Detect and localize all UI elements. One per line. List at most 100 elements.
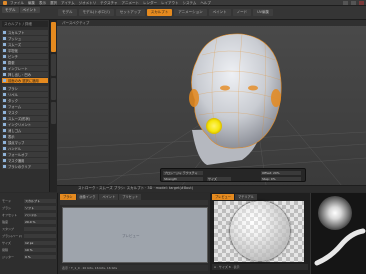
property-value[interactable]: 10 % bbox=[24, 247, 56, 252]
tab-sculpt[interactable]: スカルプト bbox=[146, 9, 173, 16]
tool-button[interactable]: 頂点マップ bbox=[2, 140, 48, 145]
viewport-scene bbox=[57, 33, 366, 192]
layout-tab-paint[interactable]: ペイント bbox=[19, 7, 40, 13]
tool-label: 表示 bbox=[8, 135, 15, 139]
menu-geometry[interactable]: ジオメトリ bbox=[79, 1, 97, 6]
brush-preview-label: プレビュー bbox=[122, 234, 140, 238]
tool-label: インクリメント bbox=[8, 123, 32, 127]
tool-button[interactable]: プッシュ bbox=[2, 36, 48, 41]
property-value[interactable] bbox=[24, 233, 56, 238]
tool-button[interactable]: 押し出し・凹み bbox=[2, 72, 48, 77]
tab-topology[interactable]: モデル(トポロジ) bbox=[78, 9, 114, 16]
layout-tabs: モデル ペイント bbox=[2, 7, 40, 14]
tool-button[interactable]: リペル bbox=[2, 92, 48, 97]
tool-icon bbox=[3, 37, 6, 40]
menu-help[interactable]: ヘルプ bbox=[200, 1, 211, 6]
property-label: サイズ bbox=[2, 240, 11, 245]
property-row: 間隔 10 % bbox=[2, 247, 56, 252]
tool-icon bbox=[3, 123, 6, 126]
menu-animate[interactable]: アニメート bbox=[122, 1, 139, 6]
tab-nodes[interactable]: ノード bbox=[232, 9, 252, 16]
tool-icon bbox=[3, 111, 6, 114]
tool-button[interactable]: 膨張 bbox=[2, 60, 48, 65]
property-value[interactable]: 20.0 % bbox=[24, 219, 56, 224]
tool-button[interactable]: マスク bbox=[2, 110, 48, 115]
tool-icon bbox=[3, 73, 6, 76]
tool-button[interactable]: ピンチ bbox=[2, 54, 48, 59]
property-value[interactable]: 12 px bbox=[24, 240, 56, 245]
tab-uv[interactable]: UV編集 bbox=[253, 9, 274, 16]
tool-icon bbox=[3, 153, 6, 156]
tool-button[interactable]: 表示 bbox=[2, 134, 48, 139]
falloff-panel: プロシージャ テクスチャ Offset: 20% Strength Step: … bbox=[160, 168, 306, 182]
tool-button[interactable]: フォールオフ bbox=[2, 152, 48, 157]
size-field[interactable]: サイズ bbox=[207, 177, 231, 181]
vtab-sculpt[interactable] bbox=[51, 22, 56, 52]
property-label: オフセット bbox=[2, 212, 18, 217]
tool-button[interactable]: フォーム bbox=[2, 104, 48, 109]
menu-texture[interactable]: テクスチャ bbox=[100, 1, 117, 6]
tab-animation[interactable]: アニメーション bbox=[174, 9, 207, 16]
property-value[interactable] bbox=[24, 226, 56, 231]
tool-button[interactable]: ブラシのクリア bbox=[2, 164, 48, 169]
property-value[interactable]: ソフト bbox=[24, 205, 56, 210]
tool-button[interactable]: スムーズ bbox=[2, 42, 48, 47]
tool-button[interactable]: タック bbox=[2, 98, 48, 103]
tool-button[interactable]: ハンドル bbox=[2, 146, 48, 151]
tool-icon bbox=[3, 55, 6, 58]
vtab-utilities[interactable] bbox=[51, 102, 56, 124]
menu-item[interactable]: アイテム bbox=[61, 1, 75, 6]
vtab-paint[interactable] bbox=[51, 54, 56, 76]
tool-button[interactable]: マスク適用 bbox=[2, 158, 48, 163]
tool-label: フォールオフ bbox=[8, 153, 28, 157]
strength-field[interactable]: Strength bbox=[163, 177, 203, 181]
material-tabs: プレビュー マテリアル bbox=[212, 194, 257, 200]
property-value[interactable]: スカルプト bbox=[24, 198, 56, 203]
tab-paint[interactable]: ペイント bbox=[208, 9, 231, 16]
tool-button[interactable]: スムーズ(形状) bbox=[2, 116, 48, 121]
tool-label: 頂点マップ bbox=[8, 141, 25, 145]
tool-label: ブラシのクリア bbox=[8, 165, 32, 169]
close-icon[interactable] bbox=[359, 1, 364, 5]
menu-layout[interactable]: レイアウト bbox=[161, 1, 179, 6]
tool-button[interactable]: スカルプト bbox=[2, 30, 48, 35]
property-value[interactable]: 0 % bbox=[24, 254, 56, 259]
app-icon bbox=[3, 1, 7, 5]
menu-system[interactable]: システム bbox=[182, 1, 196, 6]
property-row: ジッター 0 % bbox=[2, 254, 56, 259]
tool-button[interactable]: 平坦化 bbox=[2, 48, 48, 53]
tool-button[interactable]: 前面のみ 選択に適用 bbox=[2, 78, 48, 83]
vtab-deform[interactable] bbox=[51, 78, 56, 100]
tool-button[interactable]: ブラシ bbox=[2, 86, 48, 91]
tool-button[interactable]: 消しゴム bbox=[2, 128, 48, 133]
tool-icon bbox=[3, 147, 6, 150]
material-footer: A · サイズ 8 · 表示 bbox=[212, 264, 308, 270]
step-field[interactable]: Step: 0% bbox=[261, 177, 301, 181]
vertical-tab-strip bbox=[50, 20, 57, 192]
tab-setup[interactable]: セットアップ bbox=[115, 9, 145, 16]
property-value[interactable]: ハンドル bbox=[24, 212, 56, 217]
offset-field[interactable]: Offset: 20% bbox=[261, 171, 301, 175]
menu-file[interactable]: ファイル bbox=[10, 1, 24, 6]
tool-icon bbox=[3, 141, 6, 144]
status-text: ストローク・スムーズ ブラシ: スカルプト · 3D · model: targ… bbox=[78, 186, 194, 190]
tool-button[interactable]: インクリメント bbox=[2, 122, 48, 127]
layout-tab-model[interactable]: モデル bbox=[2, 7, 19, 13]
maximize-icon[interactable] bbox=[351, 1, 356, 5]
falloff-type[interactable]: プロシージャ テクスチャ bbox=[163, 171, 203, 175]
tab-model[interactable]: モデル bbox=[58, 9, 77, 16]
menu-render[interactable]: レンダー bbox=[143, 1, 157, 6]
menu-view[interactable]: 表示 bbox=[39, 1, 46, 6]
property-row: モード スカルプト bbox=[2, 198, 56, 203]
menu-edit[interactable]: 編集 bbox=[28, 1, 35, 6]
tool-button[interactable]: インフレート bbox=[2, 66, 48, 71]
tool-icon bbox=[3, 43, 6, 46]
tab-preview[interactable]: プレビュー bbox=[212, 194, 234, 200]
tool-label: 膨張 bbox=[8, 61, 15, 65]
mode-tabs: モデル モデル(トポロジ) セットアップ スカルプト アニメーション ペイント … bbox=[58, 8, 274, 17]
3d-viewport[interactable] bbox=[57, 20, 366, 192]
menu-select[interactable]: 選択 bbox=[50, 1, 57, 6]
tab-material[interactable]: マテリアル bbox=[234, 194, 257, 200]
viewport-label[interactable]: パースペクティブ bbox=[62, 21, 89, 26]
minimize-icon[interactable] bbox=[343, 1, 348, 5]
